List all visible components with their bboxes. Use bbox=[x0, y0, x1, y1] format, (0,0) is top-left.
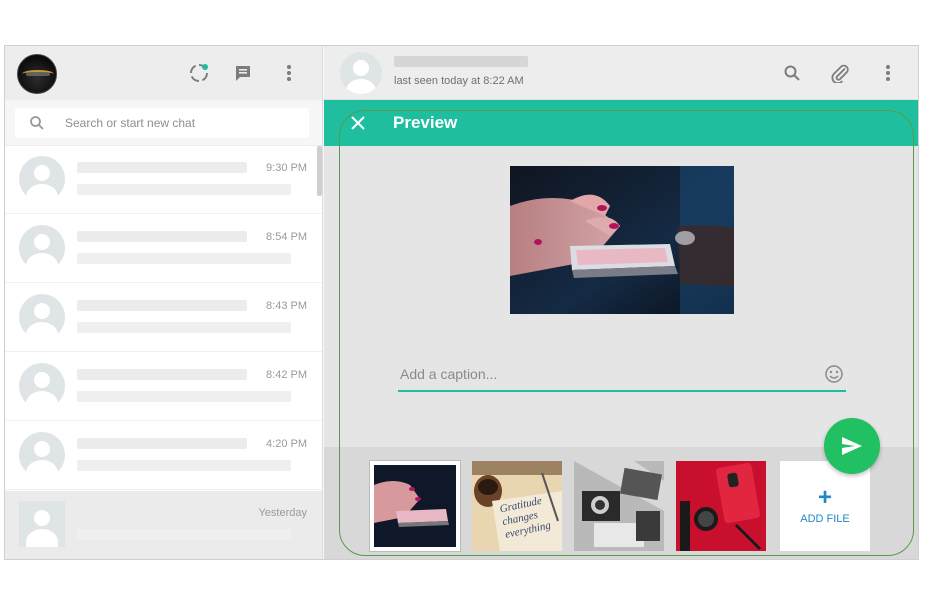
chat-list-item[interactable]: 9:30 PM bbox=[5, 146, 322, 214]
chat-list-item[interactable]: 8:54 PM bbox=[5, 215, 322, 283]
plus-icon: + bbox=[817, 484, 832, 511]
last-message-redacted bbox=[77, 529, 291, 540]
caption-field bbox=[398, 358, 846, 392]
thumbnail-gadgets[interactable] bbox=[574, 461, 664, 551]
chat-time: 8:43 PM bbox=[266, 300, 307, 312]
chat-time: 8:54 PM bbox=[266, 231, 307, 243]
whatsapp-web-window: 9:30 PM 8:54 PM 8:43 PM 8:42 PM bbox=[4, 45, 919, 560]
contact-avatar bbox=[19, 156, 65, 202]
send-icon bbox=[842, 437, 862, 455]
contact-name-redacted bbox=[77, 438, 247, 449]
sidebar: 9:30 PM 8:54 PM 8:43 PM 8:42 PM bbox=[5, 46, 323, 559]
chat-list-item-active[interactable]: Yesterday bbox=[5, 491, 322, 559]
menu-icon[interactable] bbox=[876, 61, 900, 85]
search-input[interactable] bbox=[65, 113, 295, 133]
thumbnail-phone-hand-selected[interactable] bbox=[370, 461, 460, 551]
chat-list-item[interactable]: 8:43 PM bbox=[5, 284, 322, 352]
search-icon[interactable] bbox=[780, 61, 804, 85]
contact-name-redacted bbox=[77, 231, 247, 242]
last-message-redacted bbox=[77, 391, 291, 402]
last-message-redacted bbox=[77, 184, 291, 195]
conversation-pane: last seen today at 8:22 AM Preview Add a… bbox=[324, 46, 918, 559]
sidebar-header bbox=[5, 46, 322, 100]
new-chat-icon[interactable] bbox=[231, 61, 255, 85]
chat-list-item[interactable]: 8:42 PM bbox=[5, 353, 322, 421]
chat-time: 9:30 PM bbox=[266, 162, 307, 174]
search-bar bbox=[5, 100, 322, 146]
chat-list-item[interactable]: 4:20 PM bbox=[5, 422, 322, 490]
attach-icon[interactable] bbox=[828, 61, 852, 85]
contact-avatar bbox=[19, 501, 65, 547]
chat-list: 9:30 PM 8:54 PM 8:43 PM 8:42 PM 4:20 PM … bbox=[5, 146, 322, 559]
contact-avatar bbox=[19, 225, 65, 271]
chat-time: 8:42 PM bbox=[266, 369, 307, 381]
contact-avatar bbox=[19, 294, 65, 340]
chat-time: Yesterday bbox=[258, 507, 307, 519]
close-preview-button[interactable] bbox=[346, 112, 370, 134]
add-file-button[interactable]: + ADD FILE bbox=[780, 461, 870, 551]
preview-header: Preview bbox=[324, 100, 918, 146]
profile-avatar[interactable] bbox=[17, 54, 57, 94]
chat-list-scrollbar[interactable] bbox=[317, 146, 322, 196]
menu-icon[interactable] bbox=[277, 61, 301, 85]
media-preview-panel: Preview Add a caption... Gratitude chang… bbox=[324, 100, 918, 559]
last-message-redacted bbox=[77, 322, 291, 333]
contact-name-redacted bbox=[394, 56, 528, 67]
close-icon bbox=[351, 116, 365, 130]
contact-name-redacted bbox=[77, 300, 247, 311]
preview-title: Preview bbox=[393, 113, 458, 132]
thumbnail-gratitude-note[interactable]: Gratitude changes everything bbox=[472, 461, 562, 551]
status-icon[interactable] bbox=[187, 61, 211, 85]
contact-name-redacted bbox=[77, 507, 247, 518]
contact-avatar bbox=[19, 363, 65, 409]
last-message-redacted bbox=[77, 253, 291, 264]
add-file-label: ADD FILE bbox=[800, 513, 850, 525]
caption-input[interactable] bbox=[400, 362, 800, 386]
thumbnail-red-phone[interactable] bbox=[676, 461, 766, 551]
chat-time: 4:20 PM bbox=[266, 438, 307, 450]
contact-name-redacted bbox=[77, 162, 247, 173]
contact-avatar[interactable] bbox=[340, 52, 382, 94]
conversation-header: last seen today at 8:22 AM bbox=[324, 46, 918, 100]
contact-avatar bbox=[19, 432, 65, 478]
preview-image bbox=[510, 166, 734, 314]
last-seen-status: last seen today at 8:22 AM bbox=[394, 75, 524, 87]
last-message-redacted bbox=[77, 460, 291, 471]
avatar-logo-mark bbox=[26, 72, 50, 76]
search-box[interactable] bbox=[15, 108, 309, 138]
emoji-icon[interactable] bbox=[824, 364, 844, 384]
contact-name-redacted bbox=[77, 369, 247, 380]
send-button[interactable] bbox=[824, 418, 880, 474]
search-icon bbox=[30, 116, 44, 130]
